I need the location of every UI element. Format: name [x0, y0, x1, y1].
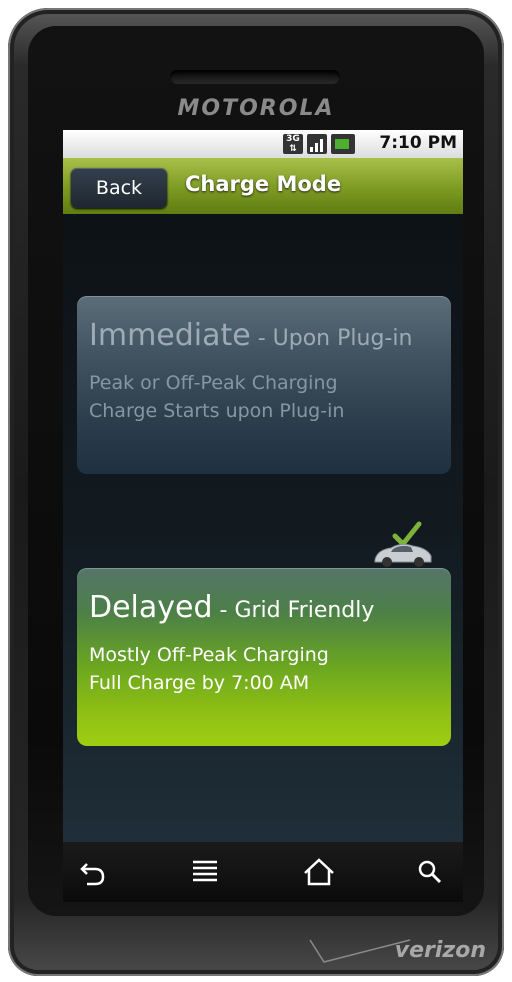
signal-strength-icon — [307, 134, 327, 154]
carrier-logo: verizon — [394, 938, 486, 963]
option-description-line: Mostly Off-Peak Charging — [89, 644, 329, 666]
status-time: 7:10 PM — [379, 133, 457, 153]
device-brand: MOTOROLA — [177, 96, 335, 121]
page-title: Charge Mode — [185, 172, 342, 196]
screen: 3G ⇅ 7:10 PM Back Charge Mode Immediate -… — [63, 130, 463, 842]
option-description-line: Charge Starts upon Plug-in — [89, 400, 345, 422]
battery-icon — [331, 134, 355, 154]
option-subtitle: - Grid Friendly — [212, 598, 375, 623]
immediate-charge-option[interactable]: Immediate - Upon Plug-in Peak or Off-Pea… — [77, 296, 451, 474]
earpiece-speaker — [170, 70, 340, 84]
charge-mode-content: Immediate - Upon Plug-in Peak or Off-Pea… — [63, 214, 463, 842]
option-description-line: Peak or Off-Peak Charging — [89, 372, 338, 394]
status-bar: 3G ⇅ 7:10 PM — [63, 130, 463, 158]
delayed-charge-option[interactable]: Delayed - Grid Friendly Mostly Off-Peak … — [77, 568, 451, 746]
search-icon[interactable] — [413, 856, 449, 888]
back-button[interactable]: Back — [71, 168, 167, 208]
option-name: Immediate — [89, 318, 251, 353]
back-icon[interactable] — [75, 856, 111, 888]
home-icon[interactable] — [301, 856, 337, 888]
option-name: Delayed — [89, 590, 213, 625]
menu-icon[interactable] — [187, 856, 223, 888]
option-subtitle: - Upon Plug-in — [250, 326, 413, 351]
navigation-bar — [63, 842, 463, 902]
network-3g-icon: 3G ⇅ — [283, 134, 303, 154]
selected-car-check-icon — [374, 521, 432, 567]
option-description-line: Full Charge by 7:00 AM — [89, 672, 310, 694]
title-bar: Back Charge Mode — [63, 158, 463, 214]
